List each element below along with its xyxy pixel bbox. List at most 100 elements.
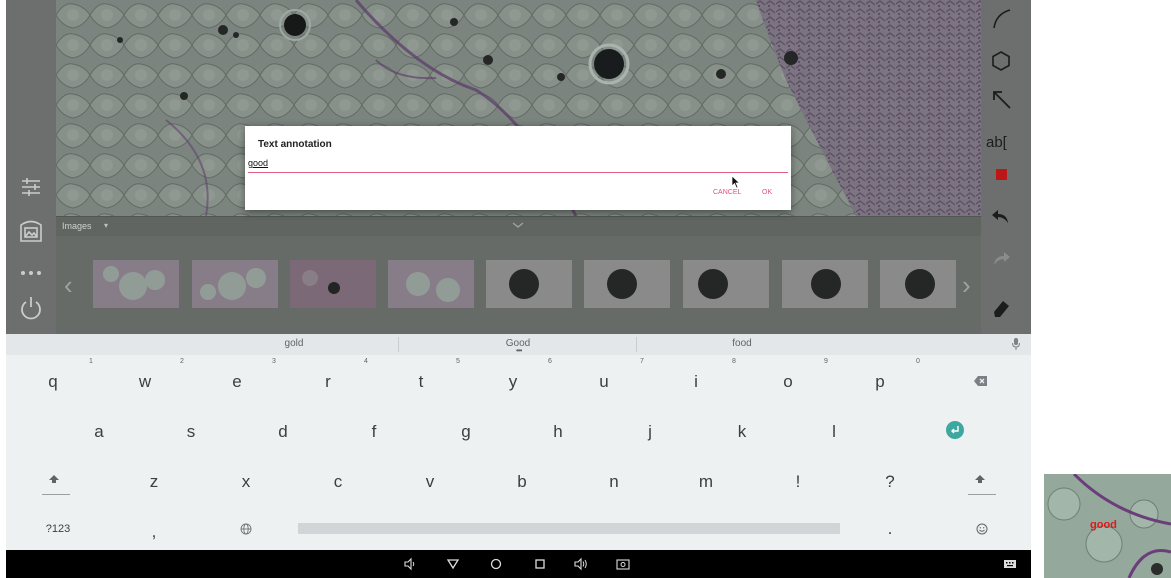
images-bar: Images ▾ — [56, 216, 981, 236]
key-hint: 0 — [916, 358, 920, 365]
key-n[interactable]: n — [594, 462, 634, 502]
key-v[interactable]: v — [410, 462, 450, 502]
key-t[interactable]: t — [401, 362, 441, 402]
key-e[interactable]: e — [217, 362, 257, 402]
backspace-icon[interactable] — [974, 375, 988, 387]
thumbnail[interactable] — [290, 260, 376, 308]
key-hint: 5 — [456, 358, 460, 365]
key-hint: 9 — [824, 358, 828, 365]
suggestion-item[interactable]: gold — [214, 338, 374, 349]
polygon-tool-icon[interactable] — [986, 46, 1016, 76]
suggestion-divider — [636, 337, 637, 352]
arrow-tool-icon[interactable] — [986, 84, 1016, 114]
key-m[interactable]: m — [686, 462, 726, 502]
key-l[interactable]: l — [814, 412, 854, 452]
thumbnail[interactable] — [683, 260, 769, 308]
key-f[interactable]: f — [354, 412, 394, 452]
redo-icon[interactable] — [986, 244, 1016, 274]
key-comma[interactable]: , — [134, 512, 174, 552]
shift-icon[interactable] — [974, 474, 986, 484]
key-w[interactable]: w — [125, 362, 165, 402]
key-i[interactable]: i — [676, 362, 716, 402]
mic-icon[interactable] — [1011, 337, 1021, 351]
shift-underline — [42, 494, 70, 495]
key-k[interactable]: k — [722, 412, 762, 452]
key-a[interactable]: a — [79, 412, 119, 452]
key-u[interactable]: u — [584, 362, 624, 402]
chevron-down-icon[interactable] — [511, 218, 525, 232]
key-question[interactable]: ? — [870, 462, 910, 502]
screenshot-icon[interactable] — [616, 557, 630, 571]
key-x[interactable]: x — [226, 462, 266, 502]
key-hint: 2 — [180, 358, 184, 365]
thumbnail[interactable] — [584, 260, 670, 308]
key-s[interactable]: s — [171, 412, 211, 452]
chevron-left-icon[interactable]: ‹ — [64, 272, 73, 298]
mouse-cursor-icon — [731, 175, 741, 189]
thumbnail[interactable] — [388, 260, 474, 308]
key-o[interactable]: o — [768, 362, 808, 402]
thumbnail-strip: ‹ › — [56, 236, 981, 334]
system-nav-bar — [6, 550, 1031, 578]
more-dots-icon[interactable] — [16, 259, 46, 289]
image-frame-icon[interactable] — [16, 216, 46, 246]
thumbnail[interactable] — [93, 260, 179, 308]
suggestion-bar: gold Good ••• food — [6, 334, 1031, 355]
power-icon[interactable] — [16, 292, 46, 322]
recents-icon[interactable] — [533, 557, 547, 571]
shift-icon[interactable] — [48, 474, 60, 484]
enter-icon[interactable] — [946, 421, 964, 439]
key-r[interactable]: r — [308, 362, 348, 402]
key-y[interactable]: y — [493, 362, 533, 402]
text-annotation-dialog: Text annotation good CANCEL OK — [245, 126, 791, 210]
thumbnail[interactable] — [782, 260, 868, 308]
emoji-icon[interactable] — [976, 523, 988, 535]
thumbnail[interactable] — [192, 260, 278, 308]
key-p[interactable]: p — [860, 362, 900, 402]
annotation-preview-image: good — [1044, 474, 1171, 578]
annotation-text-input[interactable]: good — [248, 157, 788, 173]
globe-icon[interactable] — [240, 523, 252, 535]
thumbnail[interactable] — [486, 260, 572, 308]
spacebar[interactable] — [298, 523, 840, 534]
text-tool-icon[interactable]: ab[ — [986, 128, 1016, 158]
sliders-icon[interactable] — [16, 172, 46, 202]
home-icon[interactable] — [489, 557, 503, 571]
annotation-preview-text: good — [1090, 519, 1117, 531]
key-hint: 7 — [640, 358, 644, 365]
images-dropdown-label[interactable]: Images — [62, 221, 92, 231]
volume-down-icon[interactable] — [403, 557, 417, 571]
cancel-button[interactable]: CANCEL — [713, 189, 741, 196]
symbols-key[interactable]: ?123 — [36, 509, 80, 549]
color-swatch-icon[interactable] — [986, 160, 1016, 190]
images-dropdown-caret-icon[interactable]: ▾ — [104, 221, 108, 230]
key-q[interactable]: q — [33, 362, 73, 402]
key-hint: 1 — [89, 358, 93, 365]
key-hint: 8 — [732, 358, 736, 365]
keyboard-switch-icon[interactable] — [1003, 557, 1017, 571]
undo-icon[interactable] — [986, 202, 1016, 232]
key-g[interactable]: g — [446, 412, 486, 452]
soft-keyboard: gold Good ••• food q w e r t y u i o p 1… — [6, 334, 1031, 550]
right-toolbar: ab[ — [981, 0, 1031, 334]
key-z[interactable]: z — [134, 462, 174, 502]
back-icon[interactable] — [446, 557, 460, 571]
key-h[interactable]: h — [538, 412, 578, 452]
chevron-right-icon[interactable]: › — [962, 272, 971, 298]
arc-tool-icon[interactable] — [986, 4, 1016, 34]
key-period[interactable]: . — [870, 509, 910, 549]
more-suggestions-icon[interactable]: ••• — [516, 347, 522, 355]
suggestion-divider — [398, 337, 399, 352]
thumbnail[interactable] — [880, 260, 956, 308]
key-d[interactable]: d — [263, 412, 303, 452]
key-c[interactable]: c — [318, 462, 358, 502]
eraser-icon[interactable] — [986, 292, 1016, 322]
key-exclamation[interactable]: ! — [778, 462, 818, 502]
dialog-title: Text annotation — [258, 139, 332, 150]
slide-viewer: ab[ Images ▾ ‹ › Text annotation good CA… — [6, 0, 1031, 334]
suggestion-item[interactable]: food — [662, 338, 822, 349]
key-j[interactable]: j — [630, 412, 670, 452]
volume-up-icon[interactable] — [574, 557, 588, 571]
ok-button[interactable]: OK — [762, 189, 772, 196]
key-b[interactable]: b — [502, 462, 542, 502]
